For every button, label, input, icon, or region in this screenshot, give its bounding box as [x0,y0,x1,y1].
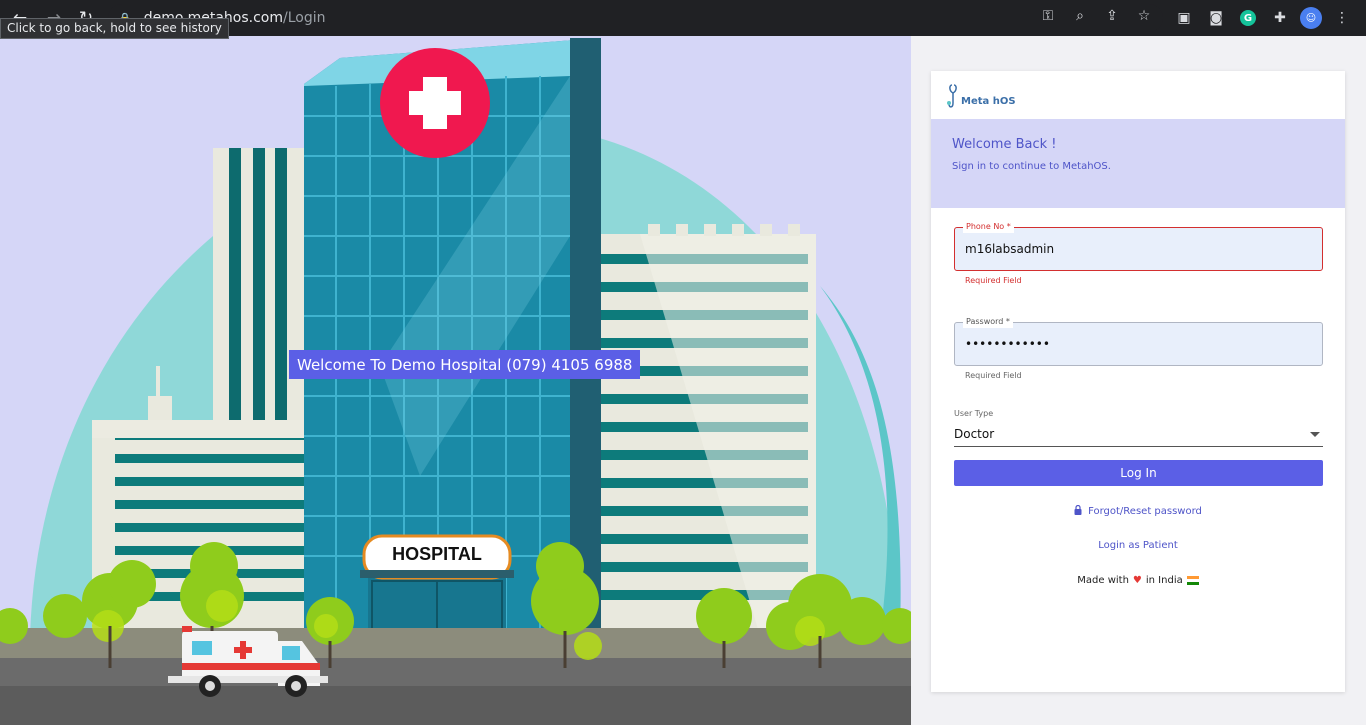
zoom-icon[interactable]: ⌕ [1071,8,1089,24]
phone-input[interactable] [965,242,1305,256]
password-helper: Required Field [965,371,1022,380]
welcome-subtitle: Sign in to continue to MetahOS. [952,161,1111,172]
phone-helper: Required Field [965,276,1022,285]
url-path: /Login [283,10,326,26]
password-input[interactable] [965,337,1305,351]
made-in-india: Made with ♥ in India [931,575,1345,586]
forgot-password-label: Forgot/Reset password [1088,506,1202,517]
puzzle-icon[interactable]: ✚ [1268,6,1292,30]
star-icon[interactable]: ☆ [1135,8,1153,24]
user-type-label: User Type [954,409,994,418]
welcome-title: Welcome Back ! [952,137,1057,152]
metahos-logo: Meta hOS [947,83,1016,109]
camera-icon[interactable]: ◙ [1204,6,1228,30]
heart-icon: ♥ [1132,575,1142,586]
stethoscope-icon [947,83,961,109]
share-icon[interactable]: ⇪ [1103,8,1121,24]
key-icon[interactable]: ⚿ [1039,8,1057,24]
back-tooltip: Click to go back, hold to see history [0,18,229,39]
welcome-header: Welcome Back ! Sign in to continue to Me… [931,119,1345,208]
lock-icon [1074,504,1082,518]
profile-avatar[interactable]: ☺ [1300,7,1322,29]
login-button[interactable]: Log In [954,460,1323,486]
welcome-banner: Welcome To Demo Hospital (079) 4105 6988 [289,350,641,379]
user-type-value: Doctor [954,427,995,441]
made-prefix: Made with [1077,575,1129,586]
forgot-password-link[interactable]: Forgot/Reset password [931,504,1345,518]
user-type-select[interactable]: Doctor [954,424,1323,447]
hospital-scene: HOSPITAL [0,38,911,725]
address-bar[interactable]: 🔒 demo.metahos.com/Login ⚿ ⌕ ⇪ ☆ [108,4,1163,32]
logo-text: Meta hOS [961,96,1016,107]
hospital-sign: HOSPITAL [392,544,482,564]
grammarly-icon[interactable]: G [1240,10,1256,26]
india-flag-icon [1186,576,1199,585]
sidepanel-icon[interactable]: ▣ [1172,6,1196,30]
made-suffix: in India [1145,575,1183,586]
dropdown-arrow-icon [1310,432,1320,437]
login-card: Meta hOS Welcome Back ! Sign in to conti… [931,71,1345,692]
hospital-illustration: HOSPITAL Welcome To Demo Hospital (079) … [0,36,911,725]
menu-icon[interactable]: ⋮ [1330,6,1354,30]
password-field[interactable]: Password * [954,316,1323,366]
login-as-patient-link[interactable]: Login as Patient [931,540,1345,551]
phone-label: Phone No * [963,221,1014,233]
password-label: Password * [963,316,1013,328]
phone-field[interactable]: Phone No * [954,221,1323,271]
